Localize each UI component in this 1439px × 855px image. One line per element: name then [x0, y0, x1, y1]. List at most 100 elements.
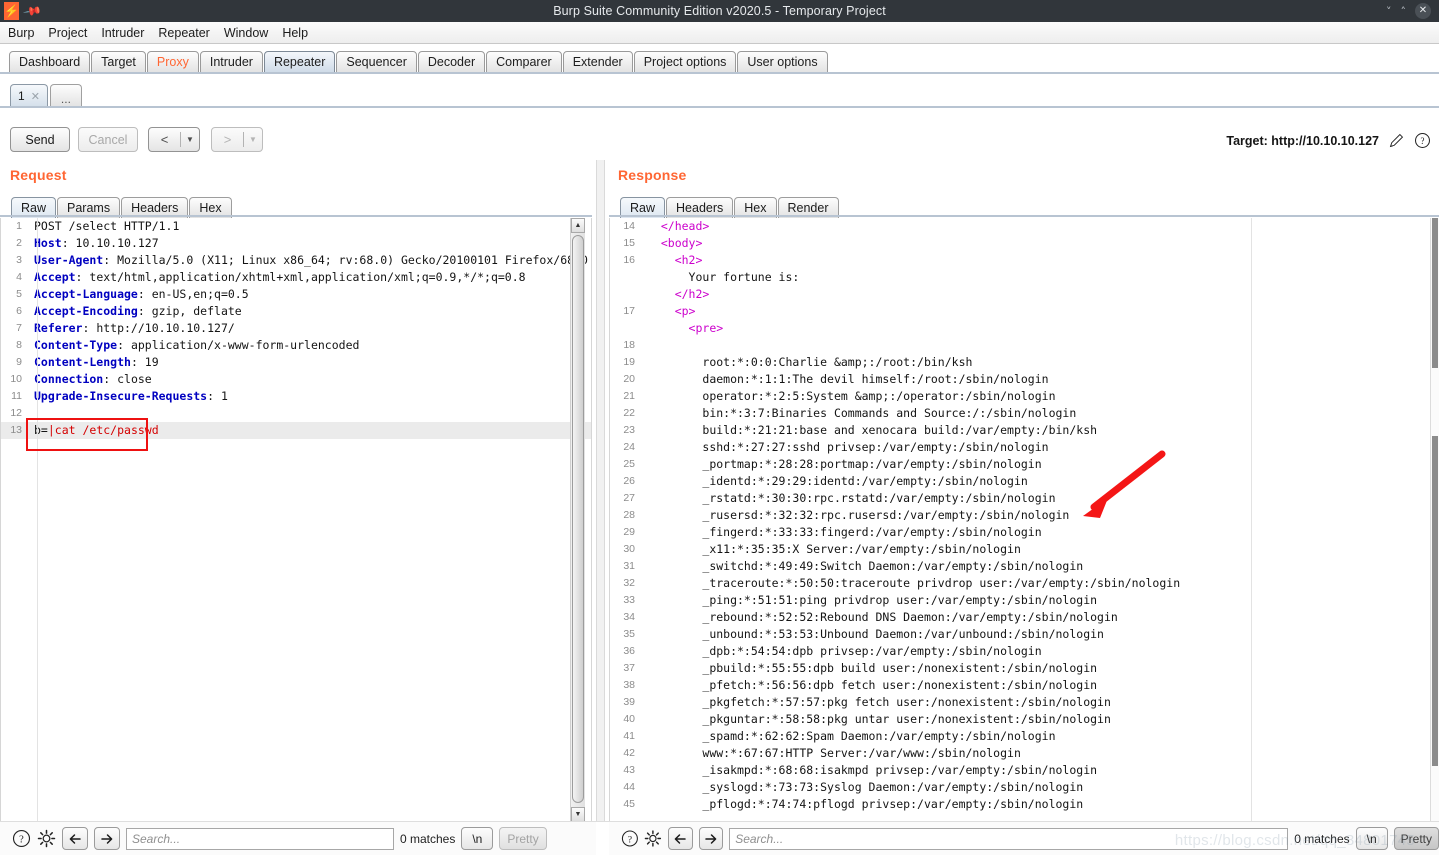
- response-editor[interactable]: 14 </head> 15 <body> 16 <h2> Your fortune …: [609, 218, 1439, 822]
- code-text: b=|cat /etc/passwd: [29, 422, 159, 439]
- line-number: 42: [623, 747, 635, 759]
- code-text: _pkguntar:*:58:58:pkg untar user:/nonexi…: [642, 711, 1111, 728]
- header-name: Accept-Language: [34, 287, 138, 301]
- code-span: : application/x-www-form-urlencoded: [117, 338, 360, 352]
- line-number: 43: [623, 764, 635, 776]
- code-text: Accept-Encoding: gzip, deflate: [29, 303, 242, 320]
- code-span: : Mozilla/5.0 (X11; Linux x86_64; rv:68.…: [103, 253, 588, 267]
- tab-extender[interactable]: Extender: [562, 51, 633, 73]
- html-tag: </h2>: [674, 287, 710, 301]
- code-text: _unbound:*:53:53:Unbound Daemon:/var/unb…: [642, 626, 1104, 643]
- menu-burp[interactable]: Burp: [8, 26, 34, 40]
- menu-help[interactable]: Help: [282, 26, 308, 40]
- pencil-edit-icon[interactable]: [1388, 132, 1405, 149]
- code-span: _identd:*:29:29:identd:/var/empty:/sbin/…: [702, 474, 1028, 488]
- response-scrollbar[interactable]: [1430, 218, 1439, 822]
- chevron-down-icon: ▼: [249, 135, 257, 144]
- question-circle-icon[interactable]: ?: [12, 829, 31, 848]
- go-back-button[interactable]: < ▼: [148, 127, 200, 152]
- request-scrollbar[interactable]: ▲ ▼: [570, 218, 585, 822]
- svg-text:?: ?: [19, 835, 24, 846]
- repeater-tab-1[interactable]: 1 ✕: [10, 84, 48, 107]
- line-number: 39: [623, 696, 635, 708]
- tab-project-options[interactable]: Project options: [633, 51, 737, 73]
- code-text: _portmap:*:28:28:portmap:/var/empty:/sbi…: [642, 456, 1042, 473]
- code-span: sshd:*:27:27:sshd privsep:/var/empty:/sb…: [702, 440, 1049, 454]
- request-newline-toggle[interactable]: \n: [461, 827, 494, 850]
- response-pretty-button[interactable]: Pretty: [1393, 827, 1439, 850]
- menu-intruder[interactable]: Intruder: [101, 26, 144, 40]
- tab-sequencer[interactable]: Sequencer: [336, 51, 417, 73]
- line-number: 36: [623, 645, 635, 657]
- tab-decoder[interactable]: Decoder: [417, 51, 486, 73]
- pin-icon[interactable]: 📌: [22, 1, 42, 21]
- title-bar: ⚡ 📌 Burp Suite Community Edition v2020.5…: [0, 0, 1439, 22]
- code-span: _pflogd:*:74:74:pflogd privsep:/var/empt…: [702, 797, 1084, 811]
- chevron-down-icon[interactable]: ˅: [1386, 6, 1392, 17]
- code-span: _ping:*:51:51:ping privdrop user:/var/em…: [702, 593, 1098, 607]
- code-line: 11 Upgrade-Insecure-Requests: 1: [1, 388, 591, 405]
- gear-icon[interactable]: [644, 829, 662, 848]
- code-line: 38 _pfetch:*:56:56:dpb fetch user:/nonex…: [610, 677, 1438, 694]
- send-button[interactable]: Send: [10, 127, 70, 152]
- code-line: 36 _dpb:*:54:54:dpb privsep:/var/empty:/…: [610, 643, 1438, 660]
- code-span: _syslogd:*:73:73:Syslog Daemon:/var/empt…: [702, 780, 1084, 794]
- code-line: 1 POST /select HTTP/1.1: [1, 218, 591, 235]
- code-line: 23 build:*:21:21:base and xenocara build…: [610, 422, 1438, 439]
- question-circle-icon[interactable]: ?: [621, 829, 639, 848]
- code-text: Host: 10.10.10.127: [29, 235, 159, 252]
- chevron-down-icon[interactable]: ▼: [181, 135, 199, 144]
- gutter-divider: [1251, 218, 1252, 821]
- request-editor[interactable]: 1 POST /select HTTP/1.1 2 Host: 10.10.10.12…: [0, 218, 592, 822]
- menu-project[interactable]: Project: [48, 26, 87, 40]
- tab-target[interactable]: Target: [91, 51, 146, 73]
- search-prev-button[interactable]: [668, 827, 693, 850]
- code-text: _spamd:*:62:62:Spam Daemon:/var/empty:/s…: [642, 728, 1055, 745]
- tab-comparer[interactable]: Comparer: [486, 51, 562, 73]
- scroll-up-icon[interactable]: ▲: [571, 218, 585, 233]
- tab-intruder[interactable]: Intruder: [199, 51, 263, 73]
- close-small-icon[interactable]: ✕: [31, 90, 40, 103]
- tab-user-options[interactable]: User options: [737, 51, 828, 73]
- menu-repeater[interactable]: Repeater: [158, 26, 209, 40]
- line-number: 10: [10, 373, 22, 385]
- tab-proxy[interactable]: Proxy: [146, 51, 199, 73]
- scrollbar-thumb[interactable]: [572, 235, 584, 803]
- code-text: Content-Type: application/x-www-form-url…: [29, 337, 359, 354]
- question-circle-icon[interactable]: ?: [1414, 132, 1431, 149]
- gear-icon[interactable]: [37, 829, 56, 848]
- line-number: 2: [16, 237, 22, 249]
- tab-repeater[interactable]: Repeater: [263, 51, 336, 73]
- code-line: 10 Connection: close: [1, 371, 591, 388]
- close-icon[interactable]: ✕: [1415, 3, 1431, 19]
- search-next-button[interactable]: [94, 827, 120, 850]
- response-newline-toggle[interactable]: \n: [1355, 827, 1388, 850]
- scroll-down-icon[interactable]: ▼: [571, 807, 585, 822]
- panel-splitter[interactable]: [596, 160, 605, 822]
- code-span: operator:*:2:5:System &amp;:/operator:/s…: [702, 389, 1056, 403]
- code-span: Your fortune is:: [688, 270, 800, 284]
- code-text: Accept: text/html,application/xhtml+xml,…: [29, 269, 526, 286]
- line-number: 19: [623, 356, 635, 368]
- chevron-up-icon[interactable]: ˄: [1401, 6, 1407, 17]
- scrollbar-thumb-lower[interactable]: [1432, 436, 1438, 766]
- scrollbar-thumb-upper[interactable]: [1432, 218, 1438, 368]
- search-prev-button[interactable]: [62, 827, 88, 850]
- line-number: 34: [623, 611, 635, 623]
- line-number: 1: [16, 220, 22, 232]
- code-text: Connection: close: [29, 371, 152, 388]
- code-line: 22 bin:*:3:7:Binaries Commands and Sourc…: [610, 405, 1438, 422]
- tab-dashboard[interactable]: Dashboard: [9, 51, 91, 73]
- search-next-button[interactable]: [698, 827, 724, 850]
- code-line: 6 Accept-Encoding: gzip, deflate: [1, 303, 591, 320]
- code-text: Upgrade-Insecure-Requests: 1: [29, 388, 228, 405]
- repeater-new-tab[interactable]: ...: [49, 84, 82, 107]
- code-span: _portmap:*:28:28:portmap:/var/empty:/sbi…: [702, 457, 1042, 471]
- line-number: 37: [623, 662, 635, 674]
- menu-window[interactable]: Window: [224, 26, 268, 40]
- request-search-input[interactable]: Search...: [126, 827, 394, 850]
- response-code-lines: 14 </head> 15 <body> 16 <h2> Your fortune …: [610, 218, 1438, 813]
- svg-text:?: ?: [1421, 136, 1425, 146]
- code-text: _syslogd:*:73:73:Syslog Daemon:/var/empt…: [642, 779, 1083, 796]
- response-search-input[interactable]: Search...: [729, 827, 1289, 850]
